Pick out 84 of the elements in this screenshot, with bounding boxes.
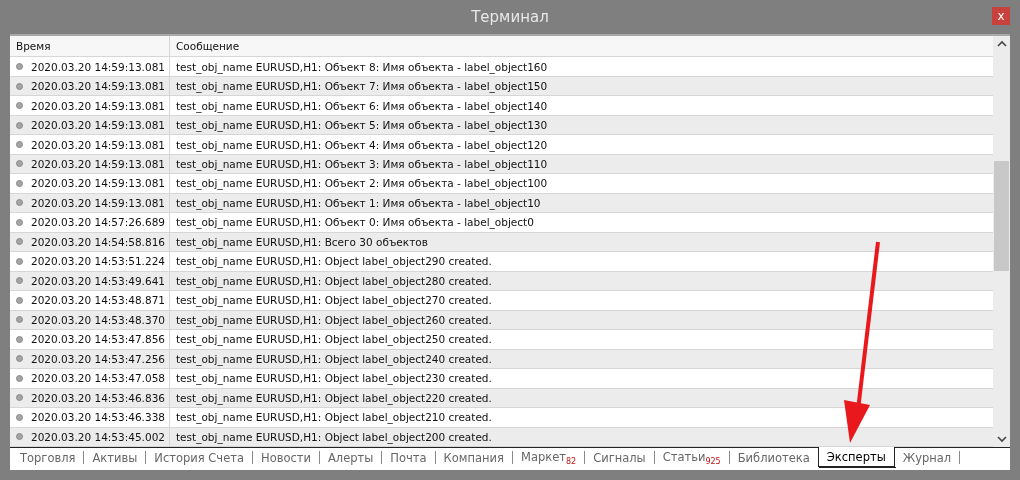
status-dot-icon — [16, 296, 23, 304]
message-cell-text: test_obj_name EURUSD,H1: Объект 4: Имя объекта - label_object120 — [175, 137, 549, 154]
status-dot-icon — [16, 355, 23, 363]
time-cell: 2020.03.20 14:53:47.058 — [10, 369, 170, 388]
time-cell: 2020.03.20 14:59:13.081 — [10, 154, 170, 174]
message-cell-text: test_obj_name EURUSD,H1: Object label_object290 created. — [175, 254, 493, 270]
tab[interactable]: Эксперты — [817, 447, 895, 467]
log-row[interactable]: 2020.03.20 14:59:13.081 test_obj_name EURUSD,H1: Объект 2: Имя объекта - label_object100 — [10, 174, 993, 194]
status-dot-icon — [16, 257, 23, 265]
time-cell: 2020.03.20 14:53:46.836 — [10, 388, 170, 408]
status-dot-icon — [16, 82, 23, 90]
log-row[interactable]: 2020.03.20 14:53:48.871 test_obj_name EURUSD,H1: Object label_object270 created. — [10, 291, 993, 311]
status-dot-icon — [16, 218, 23, 226]
time-cell: 2020.03.20 14:59:13.081 — [10, 115, 170, 135]
message-cell-text: test_obj_name EURUSD,H1: Object label_object230 created. — [175, 371, 493, 387]
message-cell-text: test_obj_name EURUSD,H1: Объект 3: Имя объекта - label_object110 — [175, 157, 549, 173]
log-row[interactable]: 2020.03.20 14:59:13.081 test_obj_name EURUSD,H1: Объект 6: Имя объекта - label_object140 — [10, 96, 993, 116]
log-row[interactable]: 2020.03.20 14:59:13.081 test_obj_name EURUSD,H1: Объект 1: Имя объекта - label_object10 — [10, 193, 993, 214]
message-cell-text: test_obj_name EURUSD,H1: Object label_object270 created. — [175, 293, 493, 309]
column-header[interactable]: Сообщение — [170, 36, 993, 57]
time-cell: 2020.03.20 14:53:51.224 — [10, 252, 170, 271]
message-cell-text: test_obj_name EURUSD,H1: Object label_object260 created. — [175, 312, 493, 329]
log-row[interactable]: 2020.03.20 14:59:13.081 test_obj_name EURUSD,H1: Объект 4: Имя объекта - label_object120 — [10, 135, 993, 155]
log-row[interactable]: 2020.03.20 14:54:58.816 test_obj_name EURUSD,H1: Всего 30 объектов — [10, 232, 993, 253]
log-row[interactable]: 2020.03.20 14:59:13.081 test_obj_name EURUSD,H1: Объект 7: Имя объекта - label_object150 — [10, 76, 993, 97]
time-cell: 2020.03.20 14:53:47.256 — [10, 349, 170, 369]
status-dot-icon — [16, 238, 23, 246]
message-cell-text: test_obj_name EURUSD,H1: Object label_object210 created. — [175, 410, 493, 426]
log-row[interactable]: 2020.03.20 14:59:13.081 test_obj_name EURUSD,H1: Объект 8: Имя объекта - label_object160 — [10, 57, 993, 77]
time-cell: 2020.03.20 14:53:48.370 — [10, 310, 170, 330]
status-dot-icon — [16, 199, 23, 207]
status-dot-icon — [16, 63, 23, 71]
time-cell: 2020.03.20 14:53:46.338 — [10, 408, 170, 427]
scroll-up-icon[interactable] — [996, 40, 1007, 48]
message-cell-text: test_obj_name EURUSD,H1: Object label_object200 created. — [175, 429, 493, 446]
message-cell-text: test_obj_name EURUSD,H1: Object label_object250 created. — [175, 332, 493, 348]
status-dot-icon — [16, 335, 23, 343]
message-cell-text: test_obj_name EURUSD,H1: Объект 1: Имя объекта - label_object10 — [175, 195, 542, 212]
time-cell: 2020.03.20 14:59:13.081 — [10, 96, 170, 115]
log-row[interactable]: 2020.03.20 14:53:51.224 test_obj_name EURUSD,H1: Object label_object290 created. — [10, 252, 993, 272]
message-cell-text: test_obj_name EURUSD,H1: Всего 30 объектов — [175, 234, 429, 251]
message-cell-text: test_obj_name EURUSD,H1: Объект 5: Имя объекта - label_object130 — [175, 118, 549, 134]
time-cell: 2020.03.20 14:53:47.856 — [10, 330, 170, 349]
message-cell-text: test_obj_name EURUSD,H1: Объект 8: Имя объекта - label_object160 — [175, 59, 549, 76]
time-cell: 2020.03.20 14:57:26.689 — [10, 213, 170, 232]
log-row[interactable]: 2020.03.20 14:53:47.856 test_obj_name EURUSD,H1: Object label_object250 created. — [10, 330, 993, 350]
status-dot-icon — [16, 394, 23, 402]
log-row[interactable]: 2020.03.20 14:59:13.081 test_obj_name EURUSD,H1: Объект 3: Имя объекта - label_object110 — [10, 154, 993, 175]
status-dot-icon — [16, 102, 23, 110]
message-cell-text: test_obj_name EURUSD,H1: Объект 0: Имя объекта - label_object0 — [175, 215, 535, 231]
message-cell-text: test_obj_name EURUSD,H1: Object label_object280 created. — [175, 273, 493, 290]
log-row[interactable]: 2020.03.20 14:53:46.338 test_obj_name EURUSD,H1: Object label_object210 created. — [10, 408, 993, 428]
message-cell-text: test_obj_name EURUSD,H1: Объект 2: Имя объекта - label_object100 — [175, 176, 549, 192]
status-dot-icon — [16, 277, 23, 285]
time-cell: 2020.03.20 14:53:49.641 — [10, 271, 170, 291]
scroll-thumb[interactable] — [994, 161, 1009, 271]
time-cell: 2020.03.20 14:59:13.081 — [10, 76, 170, 96]
time-cell: 2020.03.20 14:59:13.081 — [10, 193, 170, 213]
window-title: Терминал — [471, 8, 549, 26]
status-dot-icon — [16, 160, 23, 168]
message-cell-text: test_obj_name EURUSD,H1: Объект 7: Имя объекта - label_object150 — [175, 79, 549, 95]
close-button[interactable]: x — [992, 7, 1010, 25]
status-dot-icon — [16, 141, 23, 148]
log-row[interactable]: 2020.03.20 14:59:13.081 test_obj_name EURUSD,H1: Объект 5: Имя объекта - label_object130 — [10, 115, 993, 136]
status-dot-icon — [16, 316, 23, 324]
status-dot-icon — [16, 179, 23, 187]
message-cell-text: test_obj_name EURUSD,H1: Object label_object220 created. — [175, 390, 493, 407]
column-header[interactable]: Время — [10, 36, 170, 57]
status-dot-icon — [16, 121, 23, 129]
status-dot-icon — [16, 433, 23, 441]
time-cell: 2020.03.20 14:59:13.081 — [10, 135, 170, 154]
status-dot-icon — [16, 374, 23, 382]
message-cell-text: test_obj_name EURUSD,H1: Объект 6: Имя объекта - label_object140 — [175, 98, 549, 115]
log-row[interactable]: 2020.03.20 14:53:47.058 test_obj_name EURUSD,H1: Object label_object230 created. — [10, 369, 993, 389]
time-cell: 2020.03.20 14:59:13.081 — [10, 57, 170, 76]
log-row[interactable]: 2020.03.20 14:57:26.689 test_obj_name EURUSD,H1: Объект 0: Имя объекта - label_object0 — [10, 213, 993, 233]
time-cell: 2020.03.20 14:59:13.081 — [10, 174, 170, 193]
time-cell: 2020.03.20 14:53:48.871 — [10, 291, 170, 310]
time-cell: 2020.03.20 14:53:45.002 — [10, 427, 170, 446]
time-cell: 2020.03.20 14:54:58.816 — [10, 232, 170, 252]
scrollbar[interactable] — [993, 36, 1010, 447]
scroll-down-icon[interactable] — [996, 435, 1007, 443]
message-cell-text: test_obj_name EURUSD,H1: Object label_object240 created. — [175, 351, 493, 368]
status-dot-icon — [16, 413, 23, 421]
